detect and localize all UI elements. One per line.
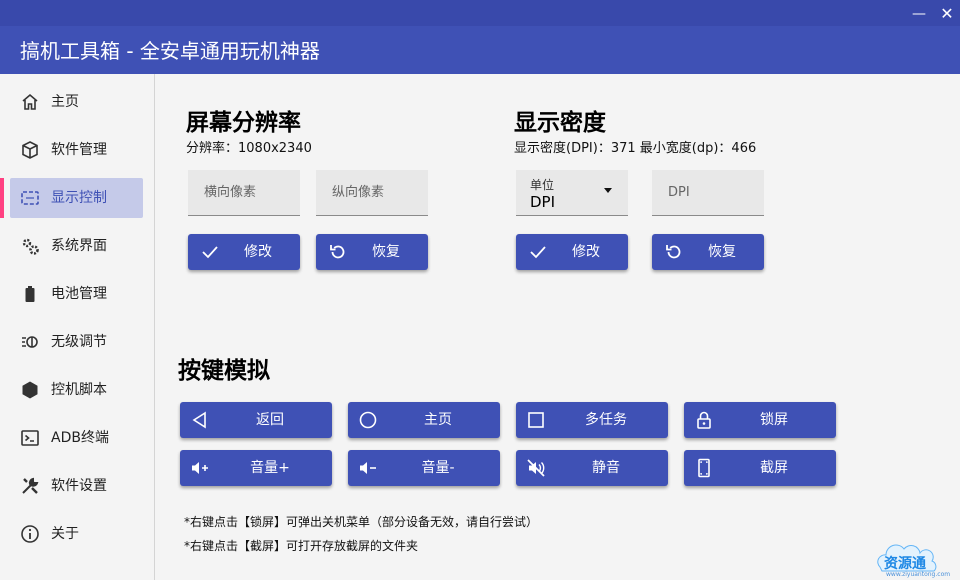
sidebar-item-label: 软件管理 bbox=[51, 142, 107, 158]
gears-icon bbox=[22, 238, 39, 255]
sidebar-item-label: 主页 bbox=[51, 94, 79, 110]
button-label: 恢复 bbox=[372, 244, 400, 260]
key-volume-down-button[interactable]: 音量- bbox=[348, 450, 500, 486]
sidebar-item-label: 显示控制 bbox=[51, 190, 107, 206]
sidebar-item-settings[interactable]: 软件设置 bbox=[0, 466, 154, 506]
sidebar-item-label: 电池管理 bbox=[51, 286, 107, 302]
key-multitask-button[interactable]: 多任务 bbox=[516, 402, 668, 438]
keys-title: 按键模拟 bbox=[178, 358, 270, 384]
minimize-button[interactable]: — bbox=[908, 4, 930, 24]
watermark-url: www.ziyuantong.com bbox=[886, 571, 951, 578]
density-restore-button[interactable]: 恢复 bbox=[652, 234, 764, 270]
button-label: 音量- bbox=[421, 460, 455, 476]
note-screenshot: *右键点击【截屏】可打开存放截屏的文件夹 bbox=[184, 539, 419, 553]
key-back-button[interactable]: 返回 bbox=[180, 402, 332, 438]
sidebar-item-adb[interactable]: ADB终端 bbox=[0, 418, 154, 458]
app-title: 搞机工具箱 - 全安卓通用玩机神器 bbox=[20, 39, 320, 63]
close-button[interactable]: ✕ bbox=[936, 4, 958, 24]
info-icon bbox=[21, 525, 39, 543]
unit-select-label: 单位 bbox=[530, 178, 555, 192]
density-info: 显示密度(DPI)：371 最小宽度(dp)：466 bbox=[514, 141, 757, 156]
sidebar-item-label: 控机脚本 bbox=[51, 382, 107, 398]
tools-icon bbox=[22, 477, 39, 494]
width-pixels-field[interactable] bbox=[188, 170, 300, 216]
terminal-icon bbox=[21, 430, 39, 446]
button-label: 修改 bbox=[572, 244, 600, 260]
height-pixels-field[interactable] bbox=[316, 170, 428, 216]
resolution-title: 屏幕分辨率 bbox=[186, 110, 301, 136]
key-mute-button[interactable]: 静音 bbox=[516, 450, 668, 486]
sidebar-item-label: 系统界面 bbox=[51, 238, 107, 254]
sidebar-item-home[interactable]: 主页 bbox=[0, 82, 154, 122]
key-home-button[interactable]: 主页 bbox=[348, 402, 500, 438]
package-icon bbox=[22, 141, 38, 159]
key-volume-up-button[interactable]: 音量+ bbox=[180, 450, 332, 486]
dpi-input[interactable] bbox=[652, 170, 764, 215]
sidebar-item-scripts[interactable]: 控机脚本 bbox=[0, 370, 154, 410]
density-title: 显示密度 bbox=[514, 110, 606, 136]
button-label: 截屏 bbox=[760, 460, 788, 476]
adjust-icon bbox=[22, 336, 38, 348]
sidebar-item-label: 关于 bbox=[51, 526, 79, 542]
button-label: 返回 bbox=[256, 412, 284, 428]
button-label: 主页 bbox=[424, 412, 452, 428]
sidebar-item-software[interactable]: 软件管理 bbox=[0, 130, 154, 170]
window-chrome-strip bbox=[0, 0, 960, 26]
button-label: 静音 bbox=[592, 460, 620, 476]
sidebar: 主页 软件管理 显示控制 系统界面 电池管理 无级调节 控机脚本 ADB终端 软… bbox=[0, 74, 155, 580]
dpi-field[interactable] bbox=[652, 170, 764, 216]
width-pixels-input[interactable] bbox=[188, 170, 300, 215]
display-icon bbox=[21, 191, 39, 205]
dropdown-caret-icon bbox=[604, 188, 612, 193]
button-label: 锁屏 bbox=[760, 412, 788, 428]
sidebar-item-label: 软件设置 bbox=[51, 478, 107, 494]
unit-select-value: DPI bbox=[530, 193, 556, 211]
button-label: 多任务 bbox=[585, 412, 627, 428]
density-apply-button[interactable]: 修改 bbox=[516, 234, 628, 270]
button-label: 音量+ bbox=[250, 460, 290, 476]
note-lock: *右键点击【锁屏】可弹出关机菜单（部分设备无效，请自行尝试） bbox=[184, 515, 539, 529]
button-label: 恢复 bbox=[708, 244, 736, 260]
sidebar-item-label: ADB终端 bbox=[51, 430, 109, 446]
resolution-info: 分辨率：1080x2340 bbox=[186, 141, 312, 156]
sidebar-item-battery[interactable]: 电池管理 bbox=[0, 274, 154, 314]
main-panel: 屏幕分辨率 分辨率：1080x2340 修改 恢复 显示密度 显示密度(DPI)… bbox=[156, 74, 960, 580]
unit-select[interactable]: 单位 DPI bbox=[516, 170, 628, 216]
sidebar-item-system-ui[interactable]: 系统界面 bbox=[0, 226, 154, 266]
sidebar-item-label: 无级调节 bbox=[51, 334, 107, 350]
battery-icon bbox=[25, 286, 35, 302]
sidebar-item-display[interactable]: 显示控制 bbox=[0, 178, 154, 218]
hexagon-icon bbox=[22, 381, 38, 399]
sidebar-item-about[interactable]: 关于 bbox=[0, 514, 154, 554]
resolution-restore-button[interactable]: 恢复 bbox=[316, 234, 428, 270]
key-screenshot-button[interactable]: 截屏 bbox=[684, 450, 836, 486]
title-bar: — ✕ 搞机工具箱 - 全安卓通用玩机神器 bbox=[0, 0, 960, 74]
watermark-text: 资源通 bbox=[884, 556, 926, 572]
button-label: 修改 bbox=[244, 244, 272, 260]
watermark-logo: 资源通 www.ziyuantong.com bbox=[872, 541, 950, 578]
active-indicator bbox=[0, 178, 4, 218]
sidebar-item-stepless[interactable]: 无级调节 bbox=[0, 322, 154, 362]
home-icon bbox=[22, 93, 38, 110]
height-pixels-input[interactable] bbox=[316, 170, 428, 215]
key-lock-button[interactable]: 锁屏 bbox=[684, 402, 836, 438]
resolution-apply-button[interactable]: 修改 bbox=[188, 234, 300, 270]
